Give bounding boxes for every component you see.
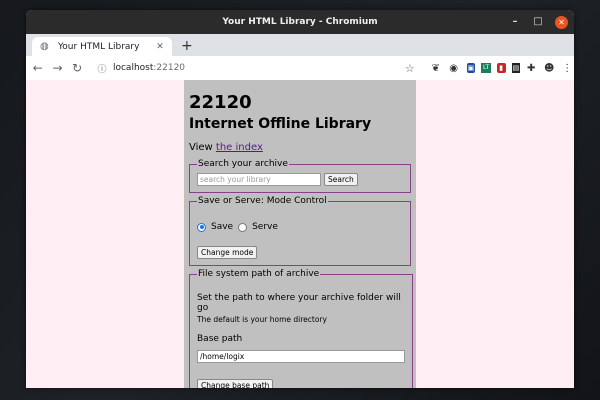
window-title: Your HTML Library - Chromium <box>222 17 378 27</box>
path-fieldset: File system path of archive Set the path… <box>189 269 413 388</box>
tab-close-icon[interactable]: ✕ <box>154 42 166 52</box>
tab-your-html-library[interactable]: ◍ Your HTML Library ✕ <box>32 37 172 56</box>
puzzle-extensions-icon[interactable]: ✚ <box>524 63 538 74</box>
ghost-extension-icon[interactable]: ❦ <box>429 63 443 74</box>
red-extension-icon[interactable]: ▮ <box>496 63 506 73</box>
serve-radio-label: Serve <box>252 222 278 232</box>
change-base-path-button[interactable]: Change base path <box>197 379 274 388</box>
path-legend: File system path of archive <box>198 269 320 279</box>
base-path-label: Base path <box>197 334 243 344</box>
dark-extension-icon[interactable]: ▤ <box>511 63 521 73</box>
port-number-heading: 22120 <box>189 92 252 113</box>
minimize-button[interactable]: – <box>509 16 521 28</box>
save-radio[interactable] <box>197 222 206 232</box>
serve-radio[interactable] <box>238 222 248 232</box>
lt-extension-icon[interactable]: LT <box>481 63 491 73</box>
blue-extension-icon[interactable]: ▣ <box>466 63 476 73</box>
browser-toolbar: ← → ↻ ⓘ localhost:22120 ☆ ❦ ◉ ▣ LT ▮ ▤ ✚… <box>26 56 574 81</box>
tab-title: Your HTML Library <box>58 41 140 52</box>
tab-strip: ◍ Your HTML Library ✕ + <box>26 34 574 56</box>
save-radio-label: Save <box>211 222 234 232</box>
address-bar[interactable]: ⓘ localhost:22120 ☆ <box>93 59 415 77</box>
forward-arrow-icon[interactable]: → <box>50 61 66 75</box>
maximize-button[interactable]: □ <box>532 16 544 28</box>
shield-extension-icon[interactable]: ◉ <box>447 63 461 74</box>
window-titlebar: Your HTML Library - Chromium – □ ✕ <box>26 10 574 34</box>
back-arrow-icon[interactable]: ← <box>30 61 46 75</box>
profile-avatar-icon[interactable]: ☻ <box>542 63 556 74</box>
view-index-line: View the index <box>189 142 411 153</box>
search-legend: Search your archive <box>198 159 288 169</box>
mode-fieldset: Save or Serve: Mode Control Save Serve C… <box>189 196 411 266</box>
page-title: Internet Offline Library <box>189 116 372 132</box>
bookmark-star-icon[interactable]: ☆ <box>405 62 415 75</box>
mode-radio-group: Save Serve <box>197 222 403 232</box>
new-tab-button[interactable]: + <box>181 36 193 56</box>
url-port: :22120 <box>153 63 186 73</box>
search-button[interactable]: Search <box>324 173 358 186</box>
base-path-input[interactable] <box>197 350 405 363</box>
more-menu-icon[interactable]: ⋮ <box>560 63 574 74</box>
site-info-icon[interactable]: ⓘ <box>95 62 109 75</box>
url-host: localhost <box>112 63 154 73</box>
path-instructions: Set the path to where your archive folde… <box>197 293 401 313</box>
path-default-note: The default is your home directory <box>197 315 327 324</box>
page-viewport: 22120 Internet Offline Library View the … <box>26 80 574 388</box>
close-window-button[interactable]: ✕ <box>555 15 568 29</box>
globe-icon: ◍ <box>40 41 49 52</box>
window-controls: – □ ✕ <box>509 10 568 34</box>
search-input[interactable] <box>197 173 321 186</box>
change-mode-button[interactable]: Change mode <box>197 246 258 259</box>
reload-icon[interactable]: ↻ <box>69 61 85 75</box>
search-row: Search <box>197 173 403 186</box>
view-prefix: View <box>189 142 216 153</box>
search-fieldset: Search your archive Search <box>189 159 411 193</box>
browser-window: Your HTML Library - Chromium – □ ✕ ◍ You… <box>26 10 574 388</box>
index-link[interactable]: the index <box>216 142 263 153</box>
mode-legend: Save or Serve: Mode Control <box>198 196 327 206</box>
library-panel: 22120 Internet Offline Library View the … <box>184 80 416 388</box>
